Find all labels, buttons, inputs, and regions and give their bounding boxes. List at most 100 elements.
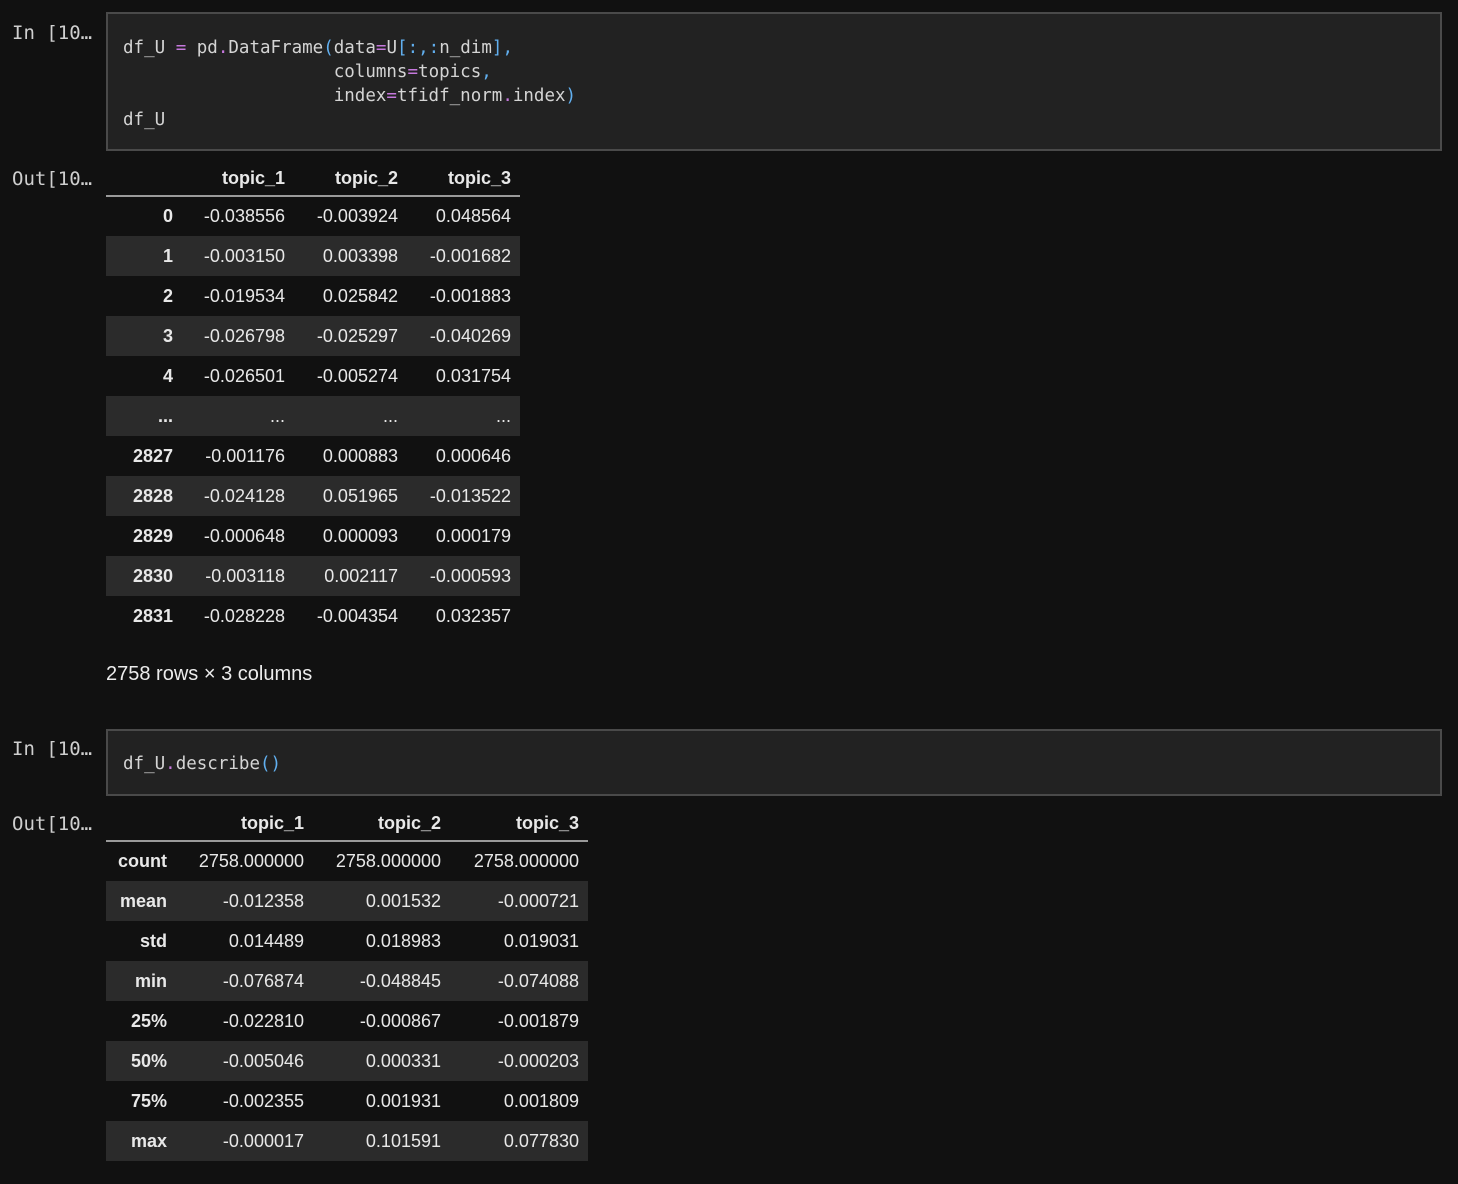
table-cell: 0.001809 [503, 1090, 579, 1111]
column-header: topic_3 [450, 807, 588, 842]
table-cell: -0.001176 [205, 445, 285, 466]
row-index: 2827 [132, 445, 173, 466]
output-prompt-1: Out[10… [12, 168, 93, 190]
table-cell: -0.074088 [497, 970, 579, 991]
table-cell: -0.005046 [222, 1050, 304, 1071]
table-cell: 0.000646 [435, 445, 511, 466]
table-row: 75% -0.002355 0.001931 0.001809 [106, 1081, 588, 1121]
column-header: topic_2 [313, 807, 450, 842]
table-cell: 0.077830 [503, 1130, 579, 1151]
row-index: 2828 [132, 485, 173, 506]
row-index: 0 [162, 206, 173, 226]
column-header: topic_1 [176, 807, 313, 842]
table-row: 25% -0.022810 -0.000867 -0.001879 [106, 1001, 588, 1041]
table-cell: 0.101591 [365, 1130, 441, 1151]
table-cell: 0.014489 [228, 930, 304, 951]
code-text: df_U [123, 110, 166, 130]
table-cell: 0.019031 [503, 930, 579, 951]
dataframe-table-1: topic_1 topic_2 topic_3 0 -0.038556 -0.003… [106, 162, 520, 636]
row-index: ... [157, 405, 173, 426]
code-line: df_U.describe() [123, 752, 281, 776]
table-cell: 2758.000000 [198, 851, 304, 871]
column-header: topic_1 [182, 162, 294, 197]
table-cell: -0.012358 [222, 890, 304, 911]
table-cell: 0.032357 [435, 605, 511, 626]
describe-table: topic_1 topic_2 topic_3 count 2758.000000… [106, 807, 588, 1161]
row-index: max [130, 1130, 167, 1151]
code-text: index=tfidf_norm.index) [123, 86, 577, 106]
row-index: 3 [162, 325, 173, 346]
table-row: 1 -0.003150 0.003398 -0.001682 [106, 236, 520, 276]
table-cell: 0.048564 [435, 206, 511, 226]
table-cell: 0.000331 [365, 1050, 441, 1071]
table-cell: -0.026501 [203, 365, 285, 386]
row-index: 2830 [132, 565, 173, 586]
table-cell: 0.002117 [324, 565, 398, 586]
table-cell: 0.025842 [322, 285, 398, 306]
input-prompt-1: In [10… [12, 22, 93, 44]
row-index: 2 [162, 285, 173, 306]
row-index: 25% [130, 1010, 167, 1031]
table-cell: 0.003398 [322, 245, 398, 266]
output-prompt-2: Out[10… [12, 813, 93, 835]
table-row: count 2758.000000 2758.000000 2758.000000 [106, 841, 588, 881]
table-cell: ... [269, 405, 285, 426]
table-row: mean -0.012358 0.001532 -0.000721 [106, 881, 588, 921]
table-cell: 0.000883 [322, 445, 398, 466]
table-row: min -0.076874 -0.048845 -0.074088 [106, 961, 588, 1001]
table-row: std 0.014489 0.018983 0.019031 [106, 921, 588, 961]
table-cell: -0.000593 [429, 565, 511, 586]
column-header: topic_2 [294, 162, 407, 197]
table-cell: -0.000648 [203, 525, 285, 546]
table-cell: -0.002355 [222, 1090, 304, 1111]
table-cell: ... [382, 405, 398, 426]
row-index: 4 [162, 365, 173, 386]
row-index: 50% [130, 1050, 167, 1071]
table-row: ............ [106, 396, 520, 436]
code-input-2[interactable]: df_U.describe() [106, 729, 1442, 796]
table-row: 50% -0.005046 0.000331 -0.000203 [106, 1041, 588, 1081]
table-cell: 0.000179 [435, 525, 511, 546]
row-index: min [134, 970, 167, 991]
table-cell: -0.013522 [429, 485, 511, 506]
table-cell: -0.019534 [203, 285, 285, 306]
code-line: df_U [123, 108, 165, 132]
code-line: index=tfidf_norm.index) [123, 84, 576, 108]
table-cell: -0.005274 [316, 365, 398, 386]
table-cell: -0.000721 [497, 890, 579, 911]
table-cell: 2758.000000 [335, 851, 441, 871]
row-index: 75% [130, 1090, 167, 1111]
table-cell: ... [495, 405, 511, 426]
table-row: 2828 -0.024128 0.051965 -0.013522 [106, 476, 520, 516]
table-cell: -0.000203 [497, 1050, 579, 1071]
table-row: 2827 -0.001176 0.000883 0.000646 [106, 436, 520, 476]
table-cell: -0.038556 [203, 206, 285, 226]
table-cell: -0.001883 [429, 285, 511, 306]
table-cell: -0.000867 [359, 1010, 441, 1031]
input-prompt-2: In [10… [12, 738, 93, 760]
code-text: df_U.describe() [123, 754, 282, 774]
table-cell: -0.026798 [203, 325, 285, 346]
row-index: mean [119, 890, 167, 911]
table-cell: 0.018983 [365, 930, 441, 951]
table-row: 2829 -0.000648 0.000093 0.000179 [106, 516, 520, 556]
table-cell: -0.022810 [222, 1010, 304, 1031]
row-index: 2831 [132, 605, 173, 626]
table-cell: 0.031754 [435, 365, 511, 386]
table-header-row: topic_1 topic_2 topic_3 [106, 807, 588, 842]
table-cell: 0.051965 [322, 485, 398, 506]
table-cell: -0.076874 [222, 970, 304, 991]
row-index: std [140, 930, 167, 951]
code-text: df_U = pd.DataFrame(data=U[:,:n_dim], [123, 38, 513, 58]
table-cell: 0.001931 [365, 1090, 441, 1111]
table-cell: -0.025297 [316, 325, 398, 346]
row-index: 1 [162, 245, 173, 266]
table-row: max -0.000017 0.101591 0.077830 [106, 1121, 588, 1161]
code-input-1[interactable]: df_U = pd.DataFrame(data=U[:,:n_dim], co… [106, 12, 1442, 151]
code-text: columns=topics, [123, 62, 492, 82]
table-row: 2 -0.019534 0.025842 -0.001883 [106, 276, 520, 316]
table-cell: -0.048845 [359, 970, 441, 991]
table-cell: -0.004354 [316, 605, 398, 626]
column-header: topic_3 [407, 162, 520, 197]
table-cell: -0.001879 [497, 1010, 579, 1031]
